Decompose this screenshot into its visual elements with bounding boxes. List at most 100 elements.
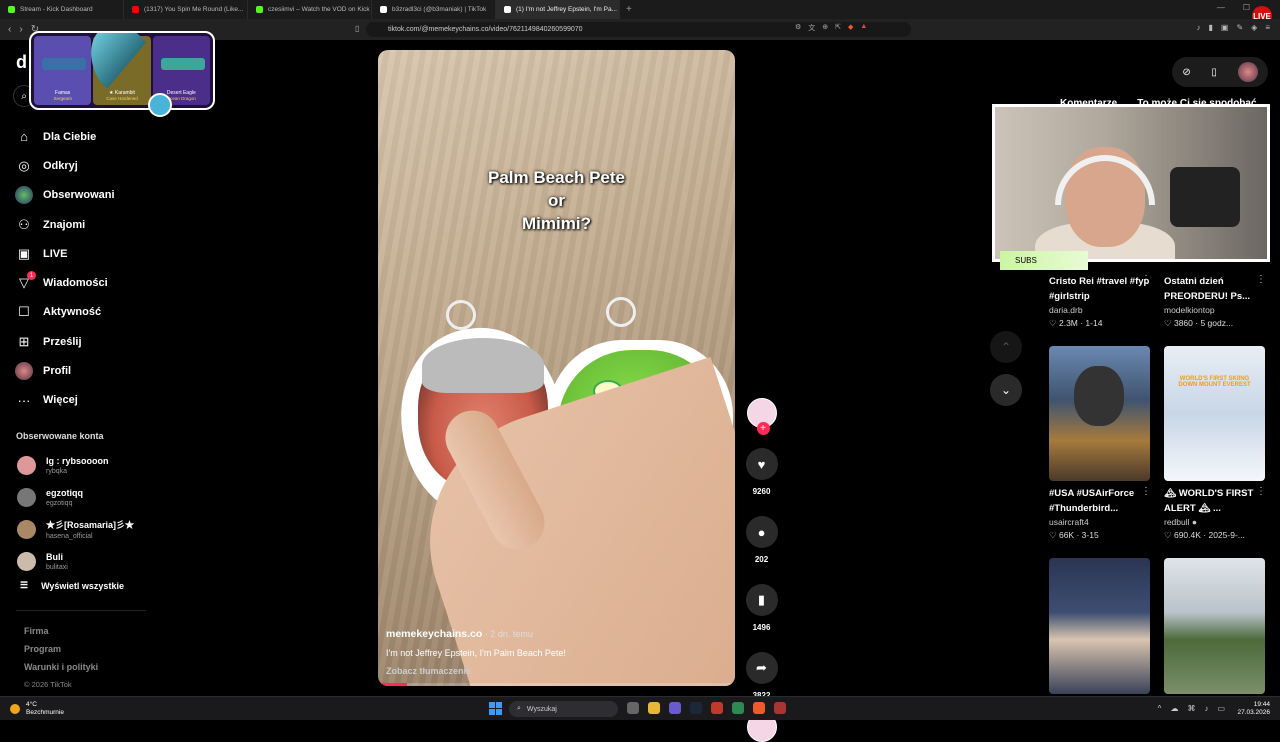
sidebar-icon[interactable]: ▮	[1209, 23, 1213, 32]
video-progress-bar[interactable]	[378, 683, 735, 686]
video-author[interactable]: memekeychains.co · 2 dn. temu	[386, 628, 715, 640]
top-right-controls: ⊘ ▯	[1172, 57, 1268, 87]
following-account[interactable]: ★彡[Rosamaria]彡★ hasena_official	[17, 513, 134, 545]
caption-line: Palm Beach Pete	[487, 168, 625, 187]
file-explorer-icon[interactable]	[648, 702, 660, 714]
music-icon[interactable]: ♪	[1197, 23, 1201, 32]
sidebar-footer: Firma Program Warunki i polityki © 2026 …	[24, 622, 98, 694]
footer-link-company[interactable]: Firma	[24, 622, 98, 640]
video-meta: memekeychains.co · 2 dn. temu I'm not Je…	[386, 628, 715, 676]
video-thumbnail[interactable]	[1049, 558, 1150, 694]
browser-tab-active[interactable]: (1) I'm not Jeffrey Epstein, I'm Pa...	[496, 0, 620, 19]
stream-overlay-skins: Famas Sergeant ★ Karambit Case Hardened …	[29, 31, 215, 110]
live-icon: ▣	[17, 245, 31, 261]
task-view-icon[interactable]	[627, 702, 639, 714]
video-card[interactable]: ⋮ 🏔 WORLD'S FIRST ALERT 🏔 ... redbull ● …	[1164, 486, 1268, 541]
footer-link-terms[interactable]: Warunki i polityki	[24, 658, 98, 676]
footer-link-program[interactable]: Program	[24, 640, 98, 658]
more-options-icon[interactable]: ⋮	[1141, 274, 1151, 285]
sidebar-item-for-you[interactable]: ⌂ Dla Ciebie	[15, 122, 115, 151]
app-icon[interactable]	[711, 702, 723, 714]
browser-tab[interactable]: czesiimvi – Watch the VOD on Kick	[248, 0, 372, 19]
more-options-icon[interactable]: ⋮	[1256, 274, 1266, 285]
comment-button[interactable]: ●	[745, 516, 778, 548]
xbox-icon[interactable]	[732, 702, 744, 714]
video-card[interactable]: ⋮ #USA #USAirForce #Thunderbird... usair…	[1049, 486, 1153, 541]
following-account[interactable]: egzotiqq egzotiqq	[17, 481, 134, 513]
action-bar: + ♥ 9260 ● 202 ▮ 1496 ➦ 3822	[745, 398, 778, 742]
subs-label: SUBS	[1000, 251, 1088, 270]
save-count: 1496	[752, 623, 771, 632]
sidebar-item-live[interactable]: ▣ LIVE	[15, 239, 115, 268]
following-account[interactable]: Buli bulitaxi	[17, 545, 134, 577]
menu-icon[interactable]: ≡	[1265, 23, 1270, 32]
steam-icon[interactable]	[690, 702, 702, 714]
shield-icon[interactable]: ◆	[848, 23, 853, 33]
video-card[interactable]: ⋮ Ostatni dzień PREORDERU! Ps... modelki…	[1164, 274, 1268, 329]
like-count: 9260	[752, 487, 771, 496]
speaker-icon[interactable]: ♪	[1204, 704, 1208, 713]
vpn-icon[interactable]: ◈	[1251, 23, 1257, 32]
chevron-up-icon[interactable]: ^	[1158, 704, 1162, 713]
video-player[interactable]: Palm Beach Pete or Mimimi? memekeychains…	[378, 50, 735, 686]
video-thumbnail[interactable]: WORLD'S FIRST SKIING DOWN MOUNT EVEREST	[1164, 346, 1265, 481]
sidebar-item-profile[interactable]: Profil	[15, 356, 115, 385]
device-icon[interactable]: ▯	[1211, 67, 1217, 78]
browser-tab[interactable]: Stream - Kick Dashboard	[0, 0, 124, 19]
browser-tab[interactable]: (1317) You Spin Me Round (Like...	[124, 0, 248, 19]
show-all-button[interactable]: ☰ Wyświetl wszystkie	[20, 580, 124, 591]
coins-icon[interactable]: ⊘	[1182, 67, 1190, 78]
discord-icon[interactable]	[669, 702, 681, 714]
maximize-icon[interactable]: ☐	[1243, 3, 1250, 12]
share-button[interactable]: ➦	[745, 652, 778, 684]
sidebar-item-following[interactable]: Obserwowani	[15, 181, 115, 210]
forward-icon[interactable]: ›	[19, 24, 22, 35]
network-icon[interactable]: ⌘	[1187, 704, 1195, 713]
minimize-icon[interactable]: —	[1217, 3, 1225, 12]
browser-tab[interactable]: b3zradl3ci (@b3maniak) | TikTok	[372, 0, 496, 19]
creator-avatar[interactable]: +	[746, 398, 777, 435]
sidebar-item-more[interactable]: ··· Więcej	[15, 386, 115, 415]
video-thumbnail[interactable]	[1164, 558, 1265, 694]
video-card[interactable]: ⋮ Cristo Rei #travel #fyp #girlstrip dar…	[1049, 274, 1153, 329]
extensions-bar: ♪ ▮ ▣ ✎ ◈ ≡	[1197, 23, 1271, 32]
previous-video-button[interactable]: ⌃	[990, 331, 1022, 363]
translate-icon[interactable]: 文	[808, 23, 815, 33]
weather-widget[interactable]: 4°C Bezchmurnie	[10, 701, 64, 717]
video-thumbnail[interactable]	[1049, 346, 1150, 481]
sidebar-item-upload[interactable]: ⊞ Prześlij	[15, 327, 115, 356]
webcam-overlay	[992, 104, 1270, 262]
obs-icon[interactable]	[774, 702, 786, 714]
sidebar-item-messages[interactable]: ▽ 1 Wiadomości	[15, 268, 115, 297]
rewards-icon[interactable]: ▲	[860, 23, 867, 33]
more-options-icon[interactable]: ⋮	[1141, 486, 1151, 497]
sidebar-item-activity[interactable]: ☐ Aktywność	[15, 298, 115, 327]
like-button[interactable]: ♥	[745, 448, 778, 480]
zoom-icon[interactable]: ⊕	[822, 23, 828, 33]
user-avatar[interactable]	[1237, 62, 1258, 82]
see-translation-link[interactable]: Zobacz tłumaczenie	[386, 666, 715, 676]
new-tab-button[interactable]: +	[620, 4, 638, 15]
sidebar-item-friends[interactable]: ⚇ Znajomi	[15, 210, 115, 239]
brave-icon[interactable]	[753, 702, 765, 714]
copyright: © 2026 TikTok	[24, 680, 72, 689]
tiktok-logo[interactable]: d	[16, 52, 27, 73]
cloud-icon[interactable]: ☁	[1170, 704, 1178, 713]
bookmark-icon[interactable]: ▯	[355, 24, 359, 33]
site-info-icon[interactable]: ⚙	[795, 23, 801, 33]
save-button[interactable]: ▮	[745, 584, 778, 616]
extensions-icon[interactable]: ✎	[1236, 23, 1243, 32]
taskbar-search[interactable]: ⌕ Wyszukaj	[509, 701, 618, 717]
follow-plus-icon[interactable]: +	[756, 422, 770, 435]
battery-icon[interactable]: ▭	[1217, 704, 1225, 713]
next-video-button[interactable]: ⌄	[990, 374, 1022, 406]
back-icon[interactable]: ‹	[8, 24, 11, 35]
chevron-down-icon: ⌄	[1000, 383, 1012, 397]
share-icon[interactable]: ⇱	[835, 23, 841, 33]
more-options-icon[interactable]: ⋮	[1256, 486, 1266, 497]
taskbar-clock[interactable]: 19:44 27.03.2026	[1237, 701, 1270, 717]
following-account[interactable]: Ig : rybsoooon rybqka	[17, 449, 134, 481]
start-button-icon[interactable]	[489, 702, 502, 715]
sidebar-item-explore[interactable]: ◎ Odkryj	[15, 151, 115, 180]
wallet-icon[interactable]: ▣	[1221, 23, 1229, 32]
